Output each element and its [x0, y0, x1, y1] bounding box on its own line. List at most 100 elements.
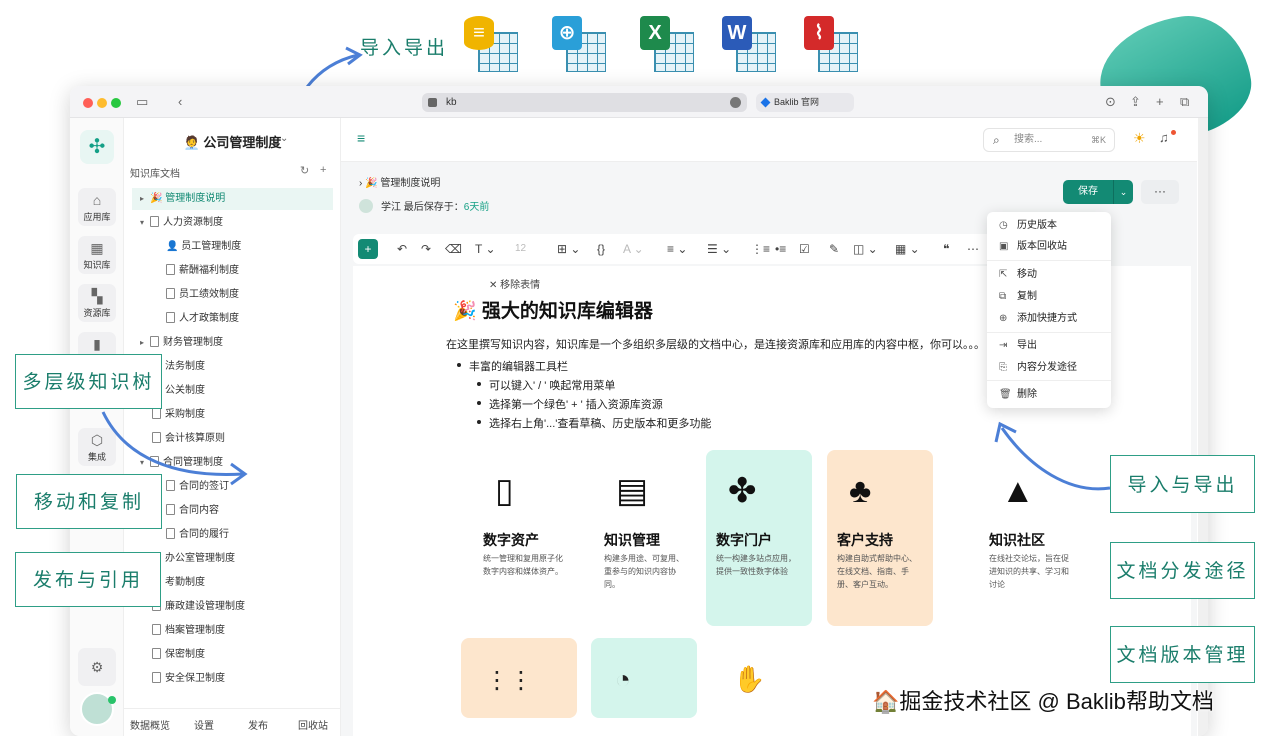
- download-icon[interactable]: ⊙: [1105, 94, 1116, 110]
- pdf-export-icon: ⌇: [804, 16, 860, 72]
- bell-icon[interactable]: ♫: [1159, 130, 1169, 145]
- feature-card[interactable]: ♣ 客户支持 构建自助式帮助中心、在线文档、指南、手册、客户互动。: [827, 450, 933, 626]
- new-tab-icon[interactable]: +: [1156, 94, 1164, 110]
- text-color-icon[interactable]: A ⌄: [623, 241, 644, 257]
- tree-node[interactable]: 👤 员工管理制度: [166, 236, 241, 258]
- divider-icon[interactable]: ⋯: [967, 241, 979, 257]
- web-export-icon: ⊕: [552, 16, 608, 72]
- back-icon[interactable]: ‹: [178, 94, 182, 110]
- menu-item-delete[interactable]: 🗑 删除: [999, 386, 1037, 404]
- list-item[interactable]: 选择右上角'...'查看草稿、历史版本和更多功能: [476, 415, 711, 431]
- align-icon[interactable]: ≡ ⌄: [667, 241, 687, 257]
- tree-node[interactable]: 合同内容: [166, 500, 219, 522]
- tabs-overview-icon[interactable]: ⧉: [1180, 94, 1189, 110]
- chevron-down-icon[interactable]: ⌄: [280, 133, 288, 144]
- menu-item-history[interactable]: ◷ 历史版本: [999, 217, 1057, 235]
- undo-icon[interactable]: ↶: [397, 241, 407, 257]
- tab-close-icon[interactable]: [428, 98, 437, 107]
- tree-node[interactable]: 人才政策制度: [166, 308, 239, 330]
- feature-card[interactable]: ▤ 知识管理 构建多用途、可复用、重参与的知识内容协同。: [594, 450, 700, 626]
- more-options-button[interactable]: ···: [1141, 180, 1179, 204]
- menu-item-export[interactable]: ⇥ 导出: [999, 337, 1037, 355]
- sun-icon[interactable]: ☀: [1133, 130, 1146, 147]
- tree-footer: 数据概览 设置 发布 回收站: [124, 708, 341, 736]
- list-item[interactable]: 丰富的编辑器工具栏: [457, 358, 568, 374]
- menu-item-move[interactable]: ⇱ 移动: [999, 266, 1037, 284]
- table-icon[interactable]: ▦ ⌄: [895, 241, 920, 257]
- menu-item-version-recycle[interactable]: ▣ 版本回收站: [999, 238, 1067, 256]
- task-list-icon[interactable]: ☑: [799, 241, 810, 257]
- quote-icon[interactable]: ❝: [943, 241, 949, 257]
- remove-emoji-button[interactable]: ✕ 移除表情: [489, 276, 540, 291]
- tree-node[interactable]: 档案管理制度: [152, 620, 225, 642]
- tree-node[interactable]: ▸ 🎉 管理制度说明: [132, 188, 333, 210]
- list-item[interactable]: 可以键入' / ' 唤起常用菜单: [476, 377, 615, 393]
- tree-node[interactable]: 保密制度: [152, 644, 205, 666]
- tree-support-icon: ♣: [849, 472, 872, 510]
- tree-node[interactable]: 薪酬福利制度: [166, 260, 239, 282]
- add-doc-icon[interactable]: +: [320, 164, 326, 176]
- rail-item-resources[interactable]: ▚ 资源库: [78, 284, 116, 322]
- refresh-icon[interactable]: ↻: [300, 164, 309, 177]
- rail-item-knowledge[interactable]: ▦ 知识库: [78, 236, 116, 274]
- annotation-versions: 文档版本管理: [1110, 626, 1255, 683]
- tree-node[interactable]: ▾ 人力资源制度: [140, 212, 223, 234]
- menu-item-distribution[interactable]: ⎘ 内容分发途径: [999, 359, 1077, 377]
- address-bar[interactable]: kb: [422, 93, 747, 112]
- text-style-icon[interactable]: T ⌄: [475, 241, 496, 257]
- sidebar-toggle-icon[interactable]: ▭: [136, 94, 148, 110]
- annotation-tree: 多层级知识树: [15, 354, 162, 409]
- feature-card[interactable]: ▯ 数字资产 统一管理和复用原子化数字内容和媒体资产。: [473, 450, 579, 626]
- minimize-window-button[interactable]: [97, 98, 107, 108]
- copy-icon: ⧉: [999, 291, 1007, 302]
- menu-item-copy[interactable]: ⧉ 复制: [999, 288, 1037, 306]
- line-height-icon[interactable]: ☰ ⌄: [707, 241, 731, 257]
- footer-overview-link[interactable]: 数据概览: [130, 717, 170, 732]
- tree-node[interactable]: 安全保卫制度: [152, 668, 225, 690]
- feature-card-small[interactable]: ⋮⋮: [461, 638, 577, 718]
- breadcrumb[interactable]: › 🎉 管理制度说明: [359, 174, 440, 189]
- footer-settings-link[interactable]: 设置: [194, 717, 214, 732]
- insert-resource-button[interactable]: +: [358, 239, 378, 259]
- tree-node[interactable]: ▸ 财务管理制度: [140, 332, 223, 354]
- search-input[interactable]: ⌕ 搜索... ⌘K: [983, 128, 1115, 152]
- word-export-icon: W: [722, 16, 778, 72]
- close-window-button[interactable]: [83, 98, 93, 108]
- font-size-select[interactable]: 12: [515, 241, 526, 257]
- redo-icon[interactable]: ↷: [421, 241, 431, 257]
- highlight-icon[interactable]: ✎: [829, 241, 839, 257]
- save-button[interactable]: 保存 ⌄: [1063, 180, 1133, 204]
- feature-card[interactable]: ✤ 数字门户 统一构建多站点应用，提供一致性数字体验: [706, 450, 812, 626]
- document-title[interactable]: 🎉 强大的知识库编辑器: [453, 296, 653, 323]
- bullet-list-icon[interactable]: •≡: [775, 241, 786, 257]
- clear-format-icon[interactable]: ⌫: [445, 241, 462, 257]
- kb-title[interactable]: 🧑‍💼 公司管理制度: [124, 132, 341, 151]
- tree-node[interactable]: 员工绩效制度: [166, 284, 239, 306]
- browser-tab-baklib[interactable]: Baklib 官网: [756, 93, 854, 112]
- footer-publish-link[interactable]: 发布: [248, 717, 268, 732]
- list-item[interactable]: 选择第一个绿色' + ' 插入资源库资源: [477, 396, 663, 412]
- format-icon[interactable]: ⊞ ⌄: [557, 241, 580, 257]
- tree-node[interactable]: 廉政建设管理制度: [152, 596, 245, 618]
- tree-node[interactable]: 合同的履行: [166, 524, 229, 546]
- code-icon[interactable]: {}: [597, 241, 605, 257]
- rail-item-apps[interactable]: ⌂ 应用库: [78, 188, 116, 226]
- share-icon[interactable]: ⇪: [1130, 94, 1141, 110]
- footer-recycle-link[interactable]: 回收站: [298, 717, 328, 732]
- ordered-list-icon[interactable]: ⋮≡: [751, 241, 770, 257]
- maximize-window-button[interactable]: [111, 98, 121, 108]
- more-icon[interactable]: [730, 97, 741, 108]
- annotation-publish: 发布与引用: [15, 552, 161, 607]
- online-status-dot: [108, 696, 116, 704]
- baklib-tab-icon: [760, 97, 771, 108]
- settings-button[interactable]: ⚙: [78, 648, 116, 686]
- author-avatar: [359, 199, 373, 213]
- intro-paragraph[interactable]: 在这里撰写知识内容，知识库是一个多组织多层级的文档中心，是连接资源库和应用库的内…: [446, 336, 985, 352]
- annotation-distribution: 文档分发途径: [1110, 542, 1255, 599]
- tree-node[interactable]: 办公室管理制度: [152, 548, 235, 570]
- columns-icon[interactable]: ◫ ⌄: [853, 241, 878, 257]
- save-options-chevron-icon[interactable]: ⌄: [1113, 180, 1133, 204]
- feature-card-small[interactable]: ◔: [591, 638, 697, 718]
- menu-item-shortcut[interactable]: ⊕ 添加快捷方式: [999, 310, 1077, 328]
- collapse-menu-icon[interactable]: ≡: [357, 130, 365, 146]
